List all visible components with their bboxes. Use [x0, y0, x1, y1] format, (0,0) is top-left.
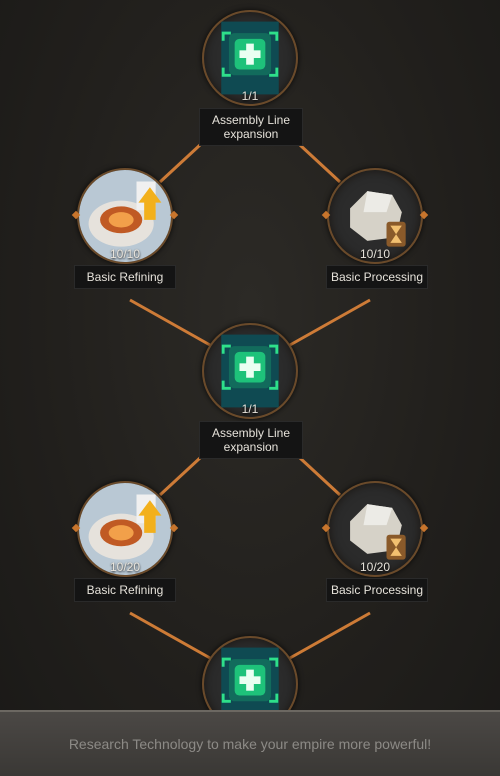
tech-node-basic-processing-2[interactable]: 10/20 [321, 481, 429, 577]
tech-tree: 1/1 Assembly Line expansion 10/10 Basic … [0, 0, 500, 774]
level-count: 10/10 [359, 247, 391, 261]
tech-node-assembly-line-1[interactable]: 1/1 [202, 10, 298, 106]
tech-label: Basic Processing [326, 578, 428, 602]
level-count: 10/10 [109, 247, 141, 261]
tech-label: Basic Refining [74, 265, 176, 289]
level-count: 1/1 [241, 89, 259, 103]
tech-node-assembly-line-2[interactable]: 1/1 [202, 323, 298, 419]
tech-label: Assembly Line expansion [199, 108, 303, 146]
tech-node-basic-refining-1[interactable]: 10/10 [71, 168, 179, 264]
level-count: 1/1 [241, 402, 259, 416]
footer-bar: Research Technology to make your empire … [0, 710, 500, 776]
footer-hint-text: Research Technology to make your empire … [68, 736, 432, 752]
tech-label: Basic Processing [326, 265, 428, 289]
tech-node-basic-refining-2[interactable]: 10/20 [71, 481, 179, 577]
level-count: 10/20 [359, 560, 391, 574]
tech-label: Assembly Line expansion [199, 421, 303, 459]
level-count: 10/20 [109, 560, 141, 574]
tech-node-basic-processing-1[interactable]: 10/10 [321, 168, 429, 264]
tech-label: Basic Refining [74, 578, 176, 602]
